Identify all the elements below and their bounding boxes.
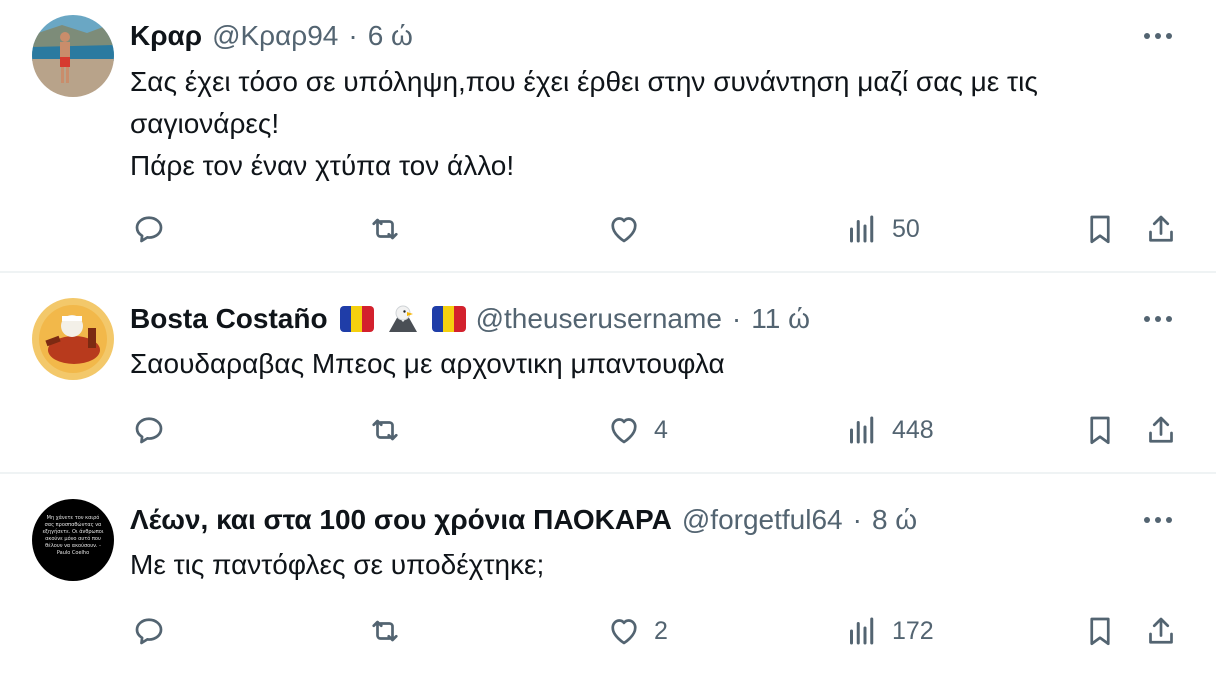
views-icon: [850, 617, 874, 645]
reply-button[interactable]: [131, 410, 179, 450]
author-handle[interactable]: @Κραρ94: [212, 20, 338, 52]
more-icon: [1144, 316, 1172, 322]
avatar[interactable]: [32, 298, 114, 380]
tweet-1[interactable]: Κραρ @Κραρ94 · 6 ώ Σας έχει τόσο σε υπόλ…: [0, 0, 1216, 272]
author-name[interactable]: Λέων, και στα 100 σου χρόνια ΠΑΟΚΑΡΑ: [130, 504, 672, 536]
views-count: 448: [892, 415, 934, 444]
retweet-button[interactable]: [367, 410, 415, 450]
tweet-text-line: Σας έχει τόσο σε υπόληψη,που έχει έρθει …: [130, 66, 1038, 97]
tweet-header: Λέων, και στα 100 σου χρόνια ΠΑΟΚΑΡΑ @fo…: [130, 500, 917, 540]
author-handle[interactable]: @forgetful64: [682, 504, 843, 536]
retweet-button[interactable]: [367, 611, 415, 651]
timestamp[interactable]: 11 ώ: [751, 303, 810, 335]
author-handle[interactable]: @theuserusername: [476, 303, 722, 335]
views-button[interactable]: 172: [844, 611, 934, 651]
views-count: 172: [892, 616, 934, 645]
timestamp[interactable]: 8 ώ: [872, 504, 917, 536]
avatar[interactable]: [32, 15, 114, 97]
more-button[interactable]: [1140, 21, 1176, 51]
reply-icon: [135, 417, 163, 444]
action-bar: 4 448: [0, 410, 1216, 450]
retweet-icon: [372, 218, 398, 240]
views-icon: [850, 416, 874, 444]
action-bar: 2 172: [0, 611, 1216, 651]
share-button[interactable]: [1143, 611, 1179, 651]
like-button[interactable]: 2: [606, 611, 668, 651]
bookmark-button[interactable]: [1082, 209, 1118, 249]
timestamp[interactable]: 6 ώ: [368, 20, 413, 52]
bookmark-button[interactable]: [1082, 611, 1118, 651]
tweet-text: Σας έχει τόσο σε υπόληψη,που έχει έρθει …: [130, 61, 1150, 187]
more-button[interactable]: [1140, 304, 1176, 334]
tweet-header: Bosta Costaño @theuserusername · 11 ώ: [130, 299, 810, 339]
bookmark-button[interactable]: [1082, 410, 1118, 450]
like-icon: [611, 418, 637, 444]
bookmark-icon: [1090, 416, 1110, 445]
separator: ·: [731, 303, 742, 334]
like-count: 4: [654, 415, 668, 444]
tweet-2[interactable]: Bosta Costaño @theuserusername · 11 ώ Σα…: [0, 272, 1216, 473]
reply-icon: [135, 618, 163, 645]
reply-button[interactable]: [131, 209, 179, 249]
like-button[interactable]: 4: [606, 410, 668, 450]
tweet-text: Σαουδαραβας Μπεος με αρχοντικη μπαντουφλ…: [130, 343, 1150, 385]
retweet-icon: [372, 620, 398, 642]
tweet-3[interactable]: Μη χάνετε τον καιρό σας προσπαθώντας να …: [0, 473, 1216, 675]
share-icon: [1149, 617, 1173, 644]
more-icon: [1144, 517, 1172, 523]
tweet-text-line: Σαουδαραβας Μπεος με αρχοντικη μπαντουφλ…: [130, 348, 725, 379]
bookmark-icon: [1090, 215, 1110, 244]
separator: ·: [348, 20, 358, 51]
romania-flag-icon: [339, 306, 374, 332]
more-icon: [1144, 33, 1172, 39]
author-name[interactable]: Κραρ: [130, 20, 202, 52]
like-count: 2: [654, 616, 668, 645]
tweet-text: Με τις παντόφλες σε υποδέχτηκε;: [130, 544, 1150, 586]
romania-flag-icon: [431, 306, 466, 332]
author-name[interactable]: Bosta Costaño: [130, 303, 328, 335]
action-bar: 50: [0, 209, 1216, 249]
tweet-text-line: Με τις παντόφλες σε υποδέχτηκε;: [130, 549, 545, 580]
separator: ·: [852, 504, 862, 535]
like-icon: [611, 217, 637, 243]
reply-icon: [135, 216, 163, 243]
avatar-quote-text: Μη χάνετε τον καιρό σας προσπαθώντας να …: [42, 515, 104, 556]
views-icon: [850, 215, 874, 243]
tweet-text-line: Πάρε τον έναν χτύπα τον άλλο!: [130, 150, 515, 181]
views-count: 50: [892, 214, 920, 243]
eagle-icon: [388, 305, 417, 332]
share-button[interactable]: [1143, 209, 1179, 249]
bookmark-icon: [1090, 617, 1110, 646]
more-button[interactable]: [1140, 505, 1176, 535]
views-button[interactable]: 50: [844, 209, 920, 249]
reply-button[interactable]: [131, 611, 179, 651]
timeline-feed: Κραρ @Κραρ94 · 6 ώ Σας έχει τόσο σε υπόλ…: [0, 0, 1216, 675]
retweet-button[interactable]: [367, 209, 415, 249]
avatar[interactable]: Μη χάνετε τον καιρό σας προσπαθώντας να …: [32, 499, 114, 581]
share-icon: [1149, 215, 1173, 242]
share-button[interactable]: [1143, 410, 1179, 450]
views-button[interactable]: 448: [844, 410, 934, 450]
like-button[interactable]: [606, 209, 654, 249]
tweet-text-line: σαγιονάρες!: [130, 108, 280, 139]
tweet-header: Κραρ @Κραρ94 · 6 ώ: [130, 16, 413, 56]
retweet-icon: [372, 419, 398, 441]
like-icon: [611, 619, 637, 645]
share-icon: [1149, 416, 1173, 443]
